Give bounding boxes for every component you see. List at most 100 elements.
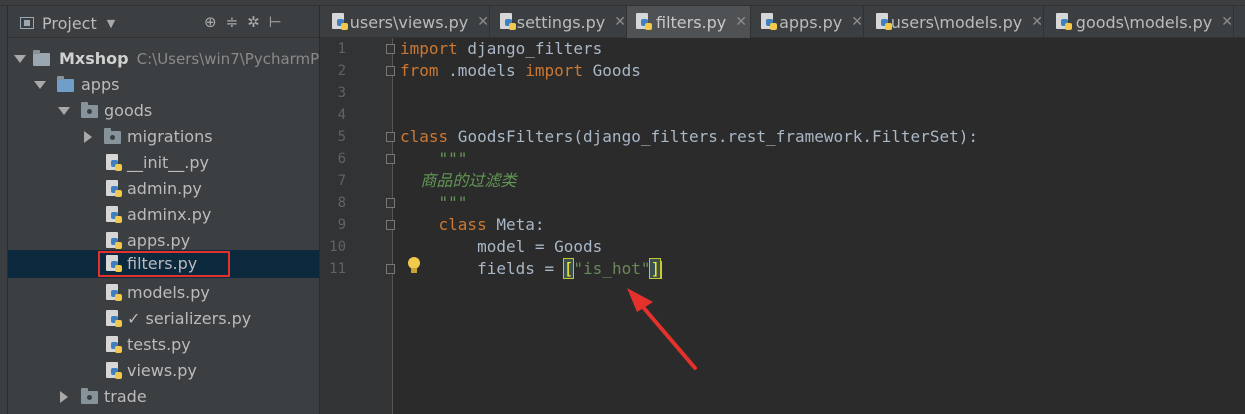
- collapsed-arrow-icon[interactable]: [60, 391, 68, 403]
- fold-marker-icon[interactable]: [386, 132, 395, 142]
- line-number: 2: [337, 63, 346, 79]
- close-icon[interactable]: ✕: [851, 14, 863, 30]
- python-file-icon: [106, 284, 122, 302]
- tree-item-models-py[interactable]: models.py: [8, 280, 319, 306]
- fold-marker-icon[interactable]: [386, 264, 395, 274]
- fold-marker-icon[interactable]: [386, 66, 395, 76]
- line-number: 5: [337, 129, 346, 145]
- tree-item-adminx-py[interactable]: adminx.py: [8, 202, 319, 228]
- tree-item-admin-py[interactable]: admin.py: [8, 176, 319, 202]
- project-panel: Project ▼ ⊕ ≑ ✲ ⊢ Mxshop C:\Users\win7\Py…: [8, 6, 320, 414]
- tab-label: apps.py: [779, 12, 843, 32]
- python-file-icon: [636, 13, 652, 31]
- project-view-selector[interactable]: Project ▼: [20, 14, 115, 33]
- code-line-1[interactable]: import django_filters: [400, 38, 602, 60]
- line-number: 3: [337, 85, 346, 101]
- tree-item-tests-py[interactable]: tests.py: [8, 332, 319, 358]
- close-icon[interactable]: ✕: [477, 14, 489, 30]
- package-icon: [104, 128, 121, 144]
- python-file-icon: [106, 336, 122, 354]
- package-icon: [81, 102, 98, 118]
- tab-users-models-py[interactable]: users\models.py ✕: [864, 6, 1044, 38]
- keyword: import: [400, 39, 458, 58]
- tab-label: users\views.py: [349, 12, 469, 32]
- project-path: C:\Users\win7\PycharmP: [136, 50, 320, 68]
- keyword: class: [400, 127, 449, 146]
- code-text: Meta:: [486, 215, 545, 234]
- tree-item-apps[interactable]: apps: [8, 72, 319, 98]
- code-editor[interactable]: 1 2 3 4 5 6 7 8 9 10 11 import django_fi…: [320, 38, 1245, 414]
- collapse-all-icon[interactable]: ≑: [226, 13, 239, 31]
- lightbulb-icon[interactable]: [407, 257, 421, 275]
- expanded-arrow-icon[interactable]: [58, 107, 70, 115]
- tab-label: filters.py: [656, 12, 727, 32]
- tree-item-goods[interactable]: goods: [8, 98, 319, 124]
- line-number: 10: [329, 239, 346, 255]
- keyword: import: [525, 61, 584, 80]
- python-file-icon: [106, 362, 122, 380]
- collapsed-arrow-icon[interactable]: [84, 131, 92, 143]
- python-file-icon: [106, 180, 122, 198]
- tree-item-migrations[interactable]: migrations: [8, 124, 319, 150]
- tree-item-init-py[interactable]: __init__.py: [8, 150, 319, 176]
- line-number-gutter: 1 2 3 4 5 6 7 8 9 10 11: [320, 38, 392, 414]
- line-number: 8: [337, 195, 346, 211]
- python-file-icon: [106, 310, 122, 328]
- tab-settings-py[interactable]: settings.py ✕: [490, 6, 627, 38]
- text-cursor: [660, 260, 663, 279]
- editor-tab-bar: users\views.py ✕ settings.py ✕ filters.p…: [320, 6, 1245, 38]
- tree-item-label: migrations: [127, 127, 213, 146]
- expanded-arrow-icon[interactable]: [14, 55, 26, 63]
- project-folder-icon: [33, 50, 50, 66]
- tree-item-mxshop[interactable]: Mxshop C:\Users\win7\PycharmP: [8, 46, 320, 72]
- fold-marker-icon[interactable]: [386, 220, 395, 230]
- tree-item-views-py[interactable]: views.py: [8, 358, 319, 384]
- close-icon[interactable]: ✕: [1031, 14, 1043, 30]
- code-text: Goods: [583, 61, 641, 80]
- code-line-9[interactable]: class Meta:: [400, 214, 545, 236]
- close-icon[interactable]: ✕: [735, 14, 747, 30]
- code-line-6[interactable]: """: [400, 148, 468, 170]
- annotation-highlight-box: [98, 251, 230, 277]
- tree-item-label: Mxshop: [59, 49, 129, 68]
- fold-marker-icon[interactable]: [386, 198, 395, 208]
- line-number: 9: [337, 217, 346, 233]
- code-line-7[interactable]: 商品的过滤类: [400, 170, 516, 192]
- code-line-2[interactable]: from .models import Goods: [400, 60, 641, 82]
- project-panel-header: Project ▼ ⊕ ≑ ✲ ⊢: [8, 6, 319, 38]
- tree-item-label: admin.py: [127, 179, 202, 198]
- tree-item-trade[interactable]: trade: [8, 384, 319, 410]
- code-text: fields =: [400, 259, 564, 278]
- project-panel-toolbar: ⊕ ≑ ✲ ⊢: [204, 13, 291, 31]
- expanded-arrow-icon[interactable]: [34, 81, 46, 89]
- locate-file-icon[interactable]: ⊕: [204, 13, 217, 31]
- code-line-5[interactable]: class GoodsFilters(django_filters.rest_f…: [400, 126, 978, 148]
- tab-label: settings.py: [516, 12, 606, 32]
- code-text: django_filters: [457, 39, 603, 58]
- python-file-icon: [500, 13, 516, 31]
- code-line-10[interactable]: model = Goods: [400, 236, 602, 258]
- tree-item-label: views.py: [127, 361, 197, 380]
- hide-panel-icon[interactable]: ⊢: [269, 13, 282, 31]
- close-icon[interactable]: ✕: [614, 14, 626, 30]
- tab-users-views-py[interactable]: users\views.py ✕: [320, 6, 490, 38]
- python-file-icon: [761, 13, 777, 31]
- python-file-icon: [106, 206, 122, 224]
- fold-marker-icon[interactable]: [386, 154, 395, 164]
- tab-filters-py[interactable]: filters.py ✕: [627, 6, 751, 38]
- left-tool-strip[interactable]: [0, 6, 8, 414]
- tree-item-label: apps: [81, 75, 120, 94]
- close-icon[interactable]: ✕: [1221, 14, 1233, 30]
- tree-item-filters-py[interactable]: filters.py: [8, 250, 319, 278]
- code-line-11[interactable]: fields = ["is_hot"]: [400, 258, 663, 280]
- line-number: 1: [337, 41, 346, 57]
- gear-icon[interactable]: ✲: [247, 13, 260, 31]
- fold-marker-icon[interactable]: [386, 44, 395, 54]
- tab-label: goods\models.py: [1075, 12, 1213, 32]
- tab-goods-models-py[interactable]: goods\models.py ✕: [1044, 6, 1234, 38]
- code-line-8[interactable]: """: [400, 192, 468, 214]
- tree-item-serializers-py[interactable]: ✓ serializers.py: [8, 306, 319, 332]
- tab-apps-py[interactable]: apps.py ✕: [751, 6, 864, 38]
- python-file-icon: [876, 13, 892, 31]
